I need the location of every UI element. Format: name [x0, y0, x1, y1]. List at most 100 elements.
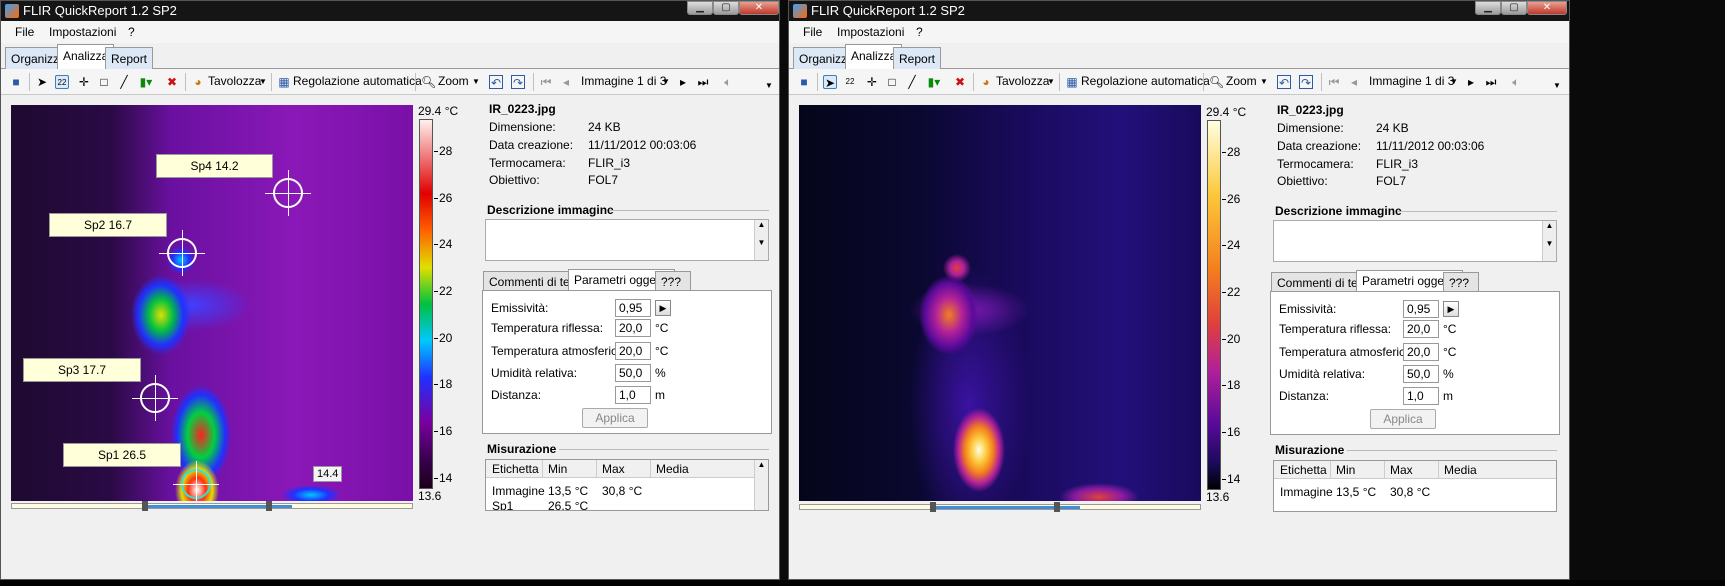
- param-value-field[interactable]: 20,0: [615, 342, 651, 360]
- color-scale-bar[interactable]: [419, 119, 433, 489]
- auto-adjust-button[interactable]: Regolazione automatica: [1081, 74, 1210, 90]
- zoom-dropdown-arrow[interactable]: ▼: [472, 77, 480, 93]
- image-nav-dropdown-arrow[interactable]: ▼: [662, 77, 670, 93]
- palette-dropdown-arrow[interactable]: ▼: [259, 77, 267, 93]
- spot-label-sp2[interactable]: Sp2 16.7: [49, 213, 167, 237]
- zoom-dropdown-arrow[interactable]: ▼: [1260, 77, 1268, 93]
- range-slider-max-thumb[interactable]: [266, 501, 272, 511]
- tab-report[interactable]: Report: [105, 47, 154, 69]
- line-icon[interactable]: ╱: [117, 75, 131, 89]
- spot-label-sp1[interactable]: Sp1 26.5: [63, 443, 181, 467]
- delete-icon[interactable]: ✖: [953, 75, 967, 89]
- next-image-icon[interactable]: ▸: [1464, 75, 1478, 89]
- subtab-unknown[interactable]: ???: [1443, 272, 1479, 292]
- pointer-icon[interactable]: ➤: [823, 75, 837, 90]
- description-textarea[interactable]: ▲ ▼: [485, 219, 769, 261]
- spot-tool-icon[interactable]: 22: [55, 75, 69, 89]
- save-icon[interactable]: ■: [9, 75, 23, 89]
- last-image-icon[interactable]: ⏭: [1484, 75, 1498, 89]
- menu-impostazioni[interactable]: Impostazioni: [837, 25, 904, 39]
- save-icon[interactable]: ■: [797, 75, 811, 89]
- zoom-dropdown[interactable]: Zoom: [438, 74, 469, 90]
- maximize-button[interactable]: ▢: [713, 1, 739, 15]
- spot-marker-sp2[interactable]: [159, 230, 205, 276]
- tab-report[interactable]: Report: [893, 47, 942, 69]
- palette-icon[interactable]: ◕: [979, 75, 993, 89]
- param-value-field[interactable]: 0,95: [1403, 300, 1439, 318]
- param-value-field[interactable]: 50,0: [1403, 365, 1439, 383]
- close-button[interactable]: ✕: [739, 1, 779, 15]
- maximize-button[interactable]: ▢: [1501, 1, 1527, 15]
- param-value-field[interactable]: 1,0: [1403, 387, 1439, 405]
- prev-image-icon[interactable]: ◂: [559, 75, 573, 89]
- menu-file[interactable]: File: [803, 25, 822, 39]
- menu-help[interactable]: ?: [128, 25, 135, 39]
- crosshair-icon[interactable]: ✛: [865, 75, 879, 89]
- minimize-button[interactable]: ▁: [687, 1, 713, 15]
- auto-adjust-button[interactable]: Regolazione automatica: [293, 74, 422, 90]
- auto-adjust-icon[interactable]: ▦: [1065, 75, 1079, 89]
- description-scrollbar[interactable]: ▲ ▼: [754, 220, 768, 260]
- minimize-button[interactable]: ▁: [1475, 1, 1501, 15]
- speaker-icon[interactable]: 🔈︎: [1509, 75, 1523, 89]
- rotate-right-icon[interactable]: ↷: [1299, 75, 1313, 90]
- rotate-right-icon[interactable]: ↷: [511, 75, 525, 90]
- measurement-scrollbar[interactable]: ▲: [754, 460, 768, 510]
- first-image-icon[interactable]: ⏮: [1327, 75, 1341, 89]
- palette-dropdown-arrow[interactable]: ▼: [1047, 77, 1055, 93]
- col-max[interactable]: Max: [1390, 463, 1413, 477]
- apply-button[interactable]: Applica: [1370, 409, 1436, 429]
- menu-impostazioni[interactable]: Impostazioni: [49, 25, 116, 39]
- delete-icon[interactable]: ✖: [165, 75, 179, 89]
- range-slider-max-thumb[interactable]: [1054, 502, 1060, 512]
- param-value-field[interactable]: 20,0: [1403, 320, 1439, 338]
- line-icon[interactable]: ╱: [905, 75, 919, 89]
- box-icon[interactable]: □: [885, 75, 899, 89]
- spot-label-sp4[interactable]: Sp4 14.2: [156, 154, 273, 178]
- zoom-icon[interactable]: 🔍︎: [1209, 75, 1224, 89]
- subtab-unknown[interactable]: ???: [655, 271, 691, 291]
- range-slider[interactable]: [799, 502, 1201, 512]
- description-scrollbar[interactable]: ▲ ▼: [1542, 221, 1556, 261]
- crosshair-icon[interactable]: ✛: [77, 75, 91, 89]
- pointer-icon[interactable]: ➤: [35, 75, 49, 89]
- param-value-field[interactable]: 50,0: [615, 364, 651, 382]
- spot-marker-sp4[interactable]: [265, 170, 311, 216]
- col-media[interactable]: Media: [1444, 463, 1477, 477]
- zoom-icon[interactable]: 🔍︎: [421, 75, 436, 89]
- apply-button[interactable]: Applica: [582, 408, 648, 428]
- color-scale-bar[interactable]: [1207, 120, 1221, 490]
- col-etichetta[interactable]: Etichetta: [1280, 463, 1327, 477]
- zoom-dropdown[interactable]: Zoom: [1226, 74, 1257, 90]
- menu-file[interactable]: File: [15, 25, 34, 39]
- prev-image-icon[interactable]: ◂: [1347, 75, 1361, 89]
- next-image-icon[interactable]: ▸: [676, 75, 690, 89]
- spot-marker-sp1[interactable]: [173, 461, 219, 507]
- param-value-field[interactable]: 20,0: [615, 319, 651, 337]
- isotherm-icon[interactable]: ▮▾: [139, 75, 153, 89]
- toolbar-overflow-icon[interactable]: ▼: [1553, 81, 1561, 97]
- col-media[interactable]: Media: [656, 462, 689, 476]
- emissivity-picker-button[interactable]: ▶: [655, 300, 671, 316]
- param-value-field[interactable]: 20,0: [1403, 343, 1439, 361]
- ir-image-iron[interactable]: [799, 105, 1201, 501]
- palette-dropdown[interactable]: Tavolozza: [208, 74, 261, 90]
- rotate-left-icon[interactable]: ↶: [489, 75, 503, 90]
- palette-dropdown[interactable]: Tavolozza: [996, 74, 1049, 90]
- isotherm-icon[interactable]: ▮▾: [927, 75, 941, 89]
- col-min[interactable]: Min: [1336, 463, 1355, 477]
- emissivity-picker-button[interactable]: ▶: [1443, 301, 1459, 317]
- col-min[interactable]: Min: [548, 462, 567, 476]
- spot-marker-sp3[interactable]: [132, 375, 178, 421]
- range-slider-min-thumb[interactable]: [930, 502, 936, 512]
- auto-adjust-icon[interactable]: ▦: [277, 75, 291, 89]
- param-value-field[interactable]: 0,95: [615, 299, 651, 317]
- spot-tool-icon[interactable]: 22: [843, 75, 857, 89]
- range-slider-min-thumb[interactable]: [142, 501, 148, 511]
- palette-icon[interactable]: ◕: [191, 75, 205, 89]
- col-etichetta[interactable]: Etichetta: [492, 462, 539, 476]
- param-value-field[interactable]: 1,0: [615, 386, 651, 404]
- box-icon[interactable]: □: [97, 75, 111, 89]
- toolbar-overflow-icon[interactable]: ▼: [765, 81, 773, 97]
- first-image-icon[interactable]: ⏮: [539, 75, 553, 89]
